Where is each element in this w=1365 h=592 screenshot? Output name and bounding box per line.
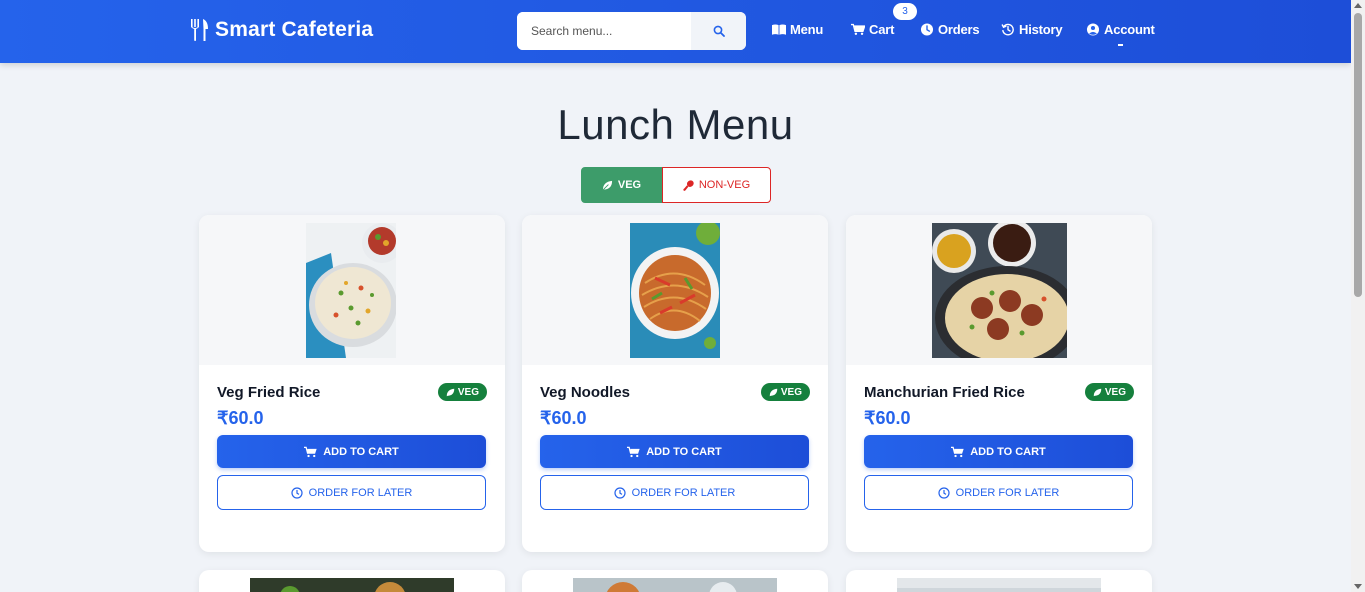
brand[interactable]: Smart Cafeteria bbox=[189, 18, 373, 42]
clock-icon bbox=[614, 486, 626, 499]
nav-cart-label: Cart bbox=[869, 22, 895, 37]
clock-icon bbox=[920, 23, 934, 36]
cart-icon bbox=[627, 446, 640, 457]
leaf-icon bbox=[602, 180, 612, 190]
filter-veg-button[interactable]: VEG bbox=[581, 167, 662, 203]
scroll-thumb[interactable] bbox=[1354, 13, 1362, 297]
veg-badge: VEG bbox=[760, 383, 810, 401]
nav-menu-label: Menu bbox=[790, 22, 824, 37]
search-icon bbox=[713, 25, 725, 37]
brand-name: Smart Cafeteria bbox=[215, 18, 374, 41]
nav-history-label: History bbox=[1019, 22, 1063, 37]
history-icon bbox=[1001, 23, 1014, 36]
card-image-area bbox=[522, 215, 828, 365]
nav-orders-label: Orders bbox=[938, 22, 980, 37]
item-price: ₹60.0 bbox=[540, 408, 587, 428]
item-price: ₹60.0 bbox=[864, 408, 911, 428]
cart-icon bbox=[851, 23, 865, 36]
order-for-later-button[interactable]: ORDER FOR LATER bbox=[864, 475, 1133, 510]
navbar: Smart Cafeteria Menu Cart 3 bbox=[0, 0, 1351, 63]
item-name: Manchurian Fried Rice bbox=[864, 384, 1025, 401]
leaf-icon bbox=[769, 388, 778, 396]
cart-icon bbox=[304, 446, 317, 457]
cart-icon bbox=[951, 446, 964, 457]
leaf-icon bbox=[1093, 388, 1102, 396]
menu-card bbox=[846, 570, 1152, 592]
order-for-later-label: ORDER FOR LATER bbox=[308, 486, 413, 499]
veg-badge-label: VEG bbox=[780, 386, 802, 398]
nav-orders[interactable]: Orders bbox=[920, 22, 980, 37]
nav-cart[interactable]: Cart bbox=[851, 22, 894, 37]
order-for-later-button[interactable]: ORDER FOR LATER bbox=[540, 475, 809, 510]
add-to-cart-button[interactable]: ADD TO CART bbox=[217, 435, 486, 468]
card-image-area bbox=[846, 215, 1152, 365]
veg-badge-label: VEG bbox=[1104, 386, 1126, 398]
item-name: Veg Fried Rice bbox=[217, 384, 321, 401]
clock-icon bbox=[291, 486, 303, 499]
nav-account[interactable]: Account bbox=[1086, 22, 1155, 37]
veg-badge: VEG bbox=[437, 383, 487, 401]
search-input[interactable] bbox=[517, 12, 691, 50]
food-image bbox=[897, 578, 1101, 592]
order-for-later-button[interactable]: ORDER FOR LATER bbox=[217, 475, 486, 510]
veg-noodles-image bbox=[630, 223, 720, 358]
menu-card: Veg Noodles VEG ₹60.0 ADD TO CART ORDER … bbox=[522, 215, 828, 552]
user-circle-icon bbox=[1086, 23, 1100, 36]
food-image bbox=[250, 578, 454, 592]
nav-menu[interactable]: Menu bbox=[772, 22, 823, 37]
add-to-cart-label: ADD TO CART bbox=[323, 445, 399, 458]
item-name: Veg Noodles bbox=[540, 384, 631, 401]
scroll-down-arrow-icon[interactable] bbox=[1354, 584, 1362, 589]
search-button[interactable] bbox=[691, 12, 746, 50]
manchurian-fried-rice-image bbox=[932, 223, 1067, 358]
nav-history[interactable]: History bbox=[1001, 22, 1063, 37]
scroll-up-arrow-icon[interactable] bbox=[1354, 3, 1362, 8]
scrollbar[interactable] bbox=[1351, 0, 1365, 592]
cart-count-badge: 3 bbox=[893, 3, 917, 20]
veg-badge-label: VEG bbox=[457, 386, 479, 398]
add-to-cart-button[interactable]: ADD TO CART bbox=[864, 435, 1133, 468]
search-bar bbox=[517, 12, 746, 50]
add-to-cart-label: ADD TO CART bbox=[970, 445, 1046, 458]
order-for-later-label: ORDER FOR LATER bbox=[955, 486, 1060, 499]
book-open-icon bbox=[772, 24, 786, 35]
menu-card: Manchurian Fried Rice VEG ₹60.0 ADD TO C… bbox=[846, 215, 1152, 552]
add-to-cart-button[interactable]: ADD TO CART bbox=[540, 435, 809, 468]
menu-card bbox=[522, 570, 828, 592]
filter-veg-label: VEG bbox=[617, 179, 642, 191]
order-for-later-label: ORDER FOR LATER bbox=[631, 486, 736, 499]
menu-card bbox=[199, 570, 505, 592]
diet-filter: VEG NON-VEG bbox=[581, 167, 771, 203]
leaf-icon bbox=[446, 388, 455, 396]
clock-icon bbox=[938, 486, 950, 499]
card-image-area bbox=[199, 215, 505, 365]
veg-badge: VEG bbox=[1084, 383, 1134, 401]
filter-nonveg-label: NON-VEG bbox=[698, 179, 751, 191]
filter-nonveg-button[interactable]: NON-VEG bbox=[662, 167, 771, 203]
nav-account-label: Account bbox=[1104, 22, 1155, 37]
menu-card: Veg Fried Rice VEG ₹60.0 ADD TO CART ORD… bbox=[199, 215, 505, 552]
add-to-cart-label: ADD TO CART bbox=[646, 445, 722, 458]
account-dropdown-indicator bbox=[1118, 44, 1123, 46]
veg-fried-rice-image bbox=[306, 223, 396, 358]
item-price: ₹60.0 bbox=[217, 408, 264, 428]
utensils-icon bbox=[191, 19, 208, 41]
page-title: Lunch Menu bbox=[557, 101, 794, 148]
food-image bbox=[573, 578, 777, 592]
drumstick-icon bbox=[683, 179, 694, 191]
